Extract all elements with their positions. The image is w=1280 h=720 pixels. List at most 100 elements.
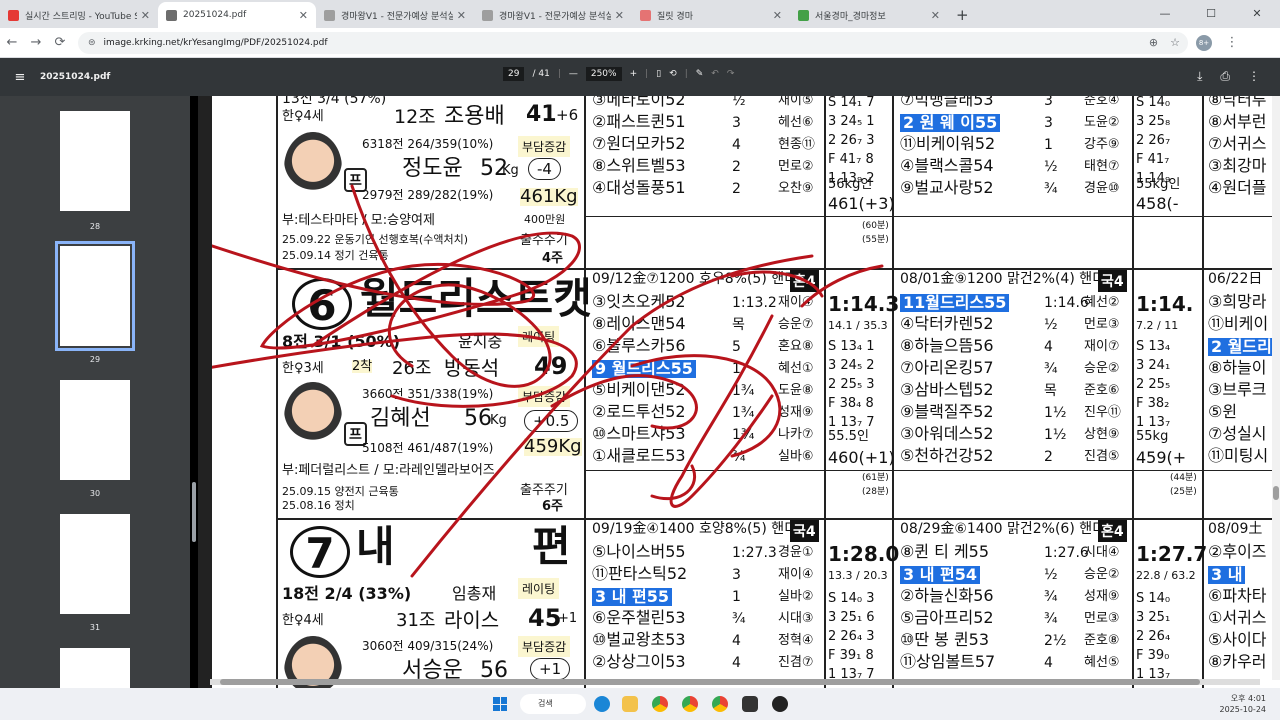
jockey-stats-6: 3660전 351/338(19%) xyxy=(362,387,494,401)
undo-icon[interactable]: ↶ xyxy=(711,69,719,79)
url-field[interactable]: ⊜ image.krking.net/krYesangImg/PDF/20251… xyxy=(78,31,1188,54)
sidebar-scrollbar[interactable] xyxy=(192,482,196,542)
new-tab-button[interactable]: + xyxy=(948,2,977,28)
close-tab-icon[interactable]: ✕ xyxy=(615,9,624,22)
thumbnail-page-30[interactable] xyxy=(60,380,130,480)
horse-record-6: 8전 3/1 (50%) xyxy=(282,332,401,351)
back-button[interactable]: ← xyxy=(0,35,24,50)
page-number-input[interactable]: 29 xyxy=(503,67,525,81)
browser-tab[interactable]: 20251024.pdf ✕ xyxy=(158,2,316,28)
chrome-menu-icon[interactable]: ⋮ xyxy=(1220,35,1244,50)
result-jockey: 성재⑨ xyxy=(1084,589,1120,604)
result-horse: 3 내 편55 xyxy=(592,588,672,606)
carry-weight: 56kg인 xyxy=(828,177,873,192)
race-header: 08/09土 xyxy=(1208,521,1263,537)
browser-tab[interactable]: 경마왕V1 - 전문가예상 분석실 ✕ xyxy=(474,2,632,28)
minimize-button[interactable]: — xyxy=(1142,0,1188,28)
thumbnail-page-29[interactable] xyxy=(55,241,135,351)
forward-button[interactable]: → xyxy=(24,35,48,50)
sectional-time: 1 13₇ 7 xyxy=(828,415,875,430)
sectional-time: F 39₁ 8 xyxy=(828,648,874,663)
close-tab-icon[interactable]: ✕ xyxy=(299,9,308,22)
close-tab-icon[interactable]: ✕ xyxy=(457,9,466,22)
owner-7: 임총재 xyxy=(452,584,497,603)
obs-icon[interactable] xyxy=(772,696,788,712)
result-jockey: 먼로③ xyxy=(1084,317,1120,332)
zoom-in-button[interactable]: + xyxy=(630,69,638,79)
redo-icon[interactable]: ↷ xyxy=(727,69,735,79)
more-options-icon[interactable]: ⋮ xyxy=(1248,69,1260,84)
bookmark-star-icon[interactable]: ☆ xyxy=(1170,36,1180,49)
result-margin: ¾ xyxy=(1044,361,1058,377)
result-jockey: 승운⑦ xyxy=(778,317,814,332)
result-jockey: 시대④ xyxy=(1084,545,1120,560)
result-jockey: 정혁④ xyxy=(778,633,814,648)
site-info-icon[interactable]: ⊜ xyxy=(88,38,96,48)
chrome-icon[interactable] xyxy=(652,696,668,712)
result-horse: 9 월드리스55 xyxy=(592,360,696,378)
reload-button[interactable]: ⟳ xyxy=(48,35,72,50)
app-icon[interactable] xyxy=(742,696,758,712)
result-horse: ③잇츠오케52 xyxy=(592,292,686,311)
download-icon[interactable]: ⤓ xyxy=(1197,69,1202,84)
zoom-level-input[interactable]: 250% xyxy=(585,67,622,81)
weight-unit: Kg xyxy=(502,163,519,178)
zoom-icon[interactable]: ⊕ xyxy=(1149,36,1158,49)
horse-sex-age-6: 한♀3세 xyxy=(282,361,324,376)
race-header: 08/29金⑥1400 맑건2%(6) 핸디캡 xyxy=(900,521,1118,537)
weight-delta: -4 xyxy=(528,158,561,180)
prev-note-6a: 25.09.15 양전지 근육통 xyxy=(282,485,399,498)
result-horse: ①새클로드53 xyxy=(592,446,686,465)
tab-title: 질릿 경마 xyxy=(657,11,693,22)
sire-dam: 부:테스타마타 / 모:승양여제 xyxy=(282,213,435,228)
result-margin: 1½ xyxy=(1044,427,1067,443)
result-margin: ¾ xyxy=(1044,589,1058,605)
document-vertical-scrollbar[interactable] xyxy=(1272,96,1280,680)
thumbnail-label: 31 xyxy=(89,623,101,632)
browser-tab[interactable]: 질릿 경마 ✕ xyxy=(632,2,790,28)
profile-avatar[interactable]: 8+ xyxy=(1196,34,1212,51)
annotate-icon[interactable]: ✎ xyxy=(696,69,704,79)
sectional-time: S 13₄ 1 xyxy=(828,339,875,354)
result-horse: ⑧하늘으뜸56 xyxy=(900,336,994,355)
print-icon[interactable]: ⎙ xyxy=(1220,69,1230,84)
result-margin: ½ xyxy=(1044,159,1058,175)
result-jockey: 재이④ xyxy=(778,295,814,310)
chrome-icon[interactable] xyxy=(682,696,698,712)
result-jockey: 성재⑨ xyxy=(778,405,814,420)
browser-tab[interactable]: 경마왕V1 - 전문가예상 분석실 ✕ xyxy=(316,2,474,28)
result-margin: 3 xyxy=(732,567,741,583)
result-margin: 1:27.6 xyxy=(1044,545,1089,561)
result-margin: 4 xyxy=(1044,655,1053,671)
document-horizontal-scrollbar[interactable] xyxy=(210,679,1260,685)
result-horse: ⑩딴 봉 퀸53 xyxy=(900,630,990,649)
close-window-button[interactable]: ✕ xyxy=(1234,0,1280,28)
weight-delta-6: +0.5 xyxy=(524,410,579,432)
close-tab-icon[interactable]: ✕ xyxy=(773,9,782,22)
thumbnail-page-32[interactable] xyxy=(60,648,130,688)
sectional-time: 2 25₅ 3 xyxy=(828,377,875,392)
pace: 13.3 / 20.3 xyxy=(828,569,888,582)
result-jockey: 준호④ xyxy=(1084,96,1120,108)
sidebar-menu-icon[interactable]: ≡ xyxy=(0,70,40,85)
browser-tab[interactable]: 서울경마_경마정보 ✕ xyxy=(790,2,948,28)
start-icon[interactable] xyxy=(493,697,507,711)
edge-icon[interactable] xyxy=(594,696,610,712)
prev-note-2: 25.09.14 정기 건육통 xyxy=(282,249,389,262)
taskbar-search[interactable]: 검색 xyxy=(520,694,586,714)
fit-page-icon[interactable]: ▯ xyxy=(656,69,661,79)
chrome-icon[interactable] xyxy=(712,696,728,712)
folder-icon[interactable] xyxy=(622,696,638,712)
rotate-icon[interactable]: ⟲ xyxy=(669,69,677,79)
trainer-name: 조용배 xyxy=(444,104,505,129)
thumbnail-page-28[interactable] xyxy=(60,111,130,211)
browser-tab[interactable]: 실시간 스트리밍 - YouTube Stu ✕ xyxy=(0,2,158,28)
zoom-out-button[interactable]: — xyxy=(569,69,578,79)
close-tab-icon[interactable]: ✕ xyxy=(141,9,150,22)
result-horse: ③브루크 xyxy=(1208,380,1267,399)
window-controls: — ☐ ✕ xyxy=(1142,0,1280,28)
rating-value: 41 xyxy=(526,102,557,127)
close-tab-icon[interactable]: ✕ xyxy=(931,9,940,22)
thumbnail-page-31[interactable] xyxy=(60,514,130,614)
maximize-button[interactable]: ☐ xyxy=(1188,0,1234,28)
